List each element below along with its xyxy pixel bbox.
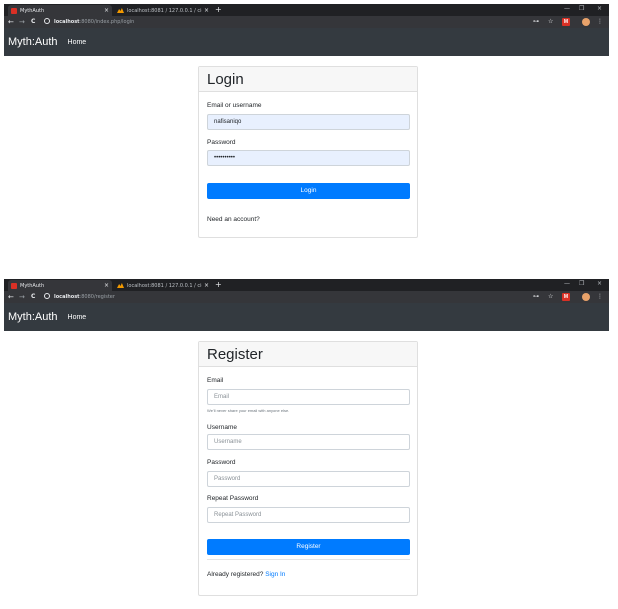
new-tab-icon[interactable]: + xyxy=(215,280,222,290)
tab-title: localhost:8081 / 127.0.0.1 / ci4 / xyxy=(127,282,202,289)
tab-phpmyadmin[interactable]: localhost:8081 / 127.0.0.1 / ci4 / × xyxy=(114,280,212,291)
close-window-icon[interactable]: × xyxy=(597,5,602,12)
register-button[interactable]: Register xyxy=(207,539,410,555)
tab-title: MythAuth xyxy=(20,282,45,289)
email-label: Email xyxy=(207,377,224,384)
mythauth-favicon-icon xyxy=(11,7,17,14)
repeat-password-input[interactable]: Repeat Password xyxy=(207,507,410,523)
browser-toolbar: ← → C localhost:8080/index.php/login ⊶ ☆… xyxy=(4,16,609,28)
avatar[interactable] xyxy=(582,18,590,26)
info-icon[interactable] xyxy=(44,18,50,24)
login-button[interactable]: Login xyxy=(207,183,410,199)
nav-home-link[interactable]: Home xyxy=(68,314,87,321)
extension-icon[interactable]: M xyxy=(562,293,570,301)
url-host: localhost xyxy=(54,19,80,25)
close-window-icon[interactable]: × xyxy=(597,280,602,287)
reload-icon[interactable]: C xyxy=(31,17,35,27)
phpmyadmin-favicon-icon xyxy=(117,8,124,13)
browser-tab-bar: MythAuth × localhost:8081 / 127.0.0.1 / … xyxy=(4,4,609,16)
navbar-brand[interactable]: Myth:Auth xyxy=(8,36,58,48)
close-tab-icon[interactable]: × xyxy=(104,7,109,14)
key-icon[interactable]: ⊶ xyxy=(533,18,539,26)
menu-icon[interactable]: ⋮ xyxy=(597,18,603,26)
username-label: Username xyxy=(207,424,237,431)
app-navbar: Myth:Auth Home xyxy=(4,303,609,331)
close-tab-icon[interactable]: × xyxy=(104,282,109,289)
restore-icon[interactable]: ❐ xyxy=(579,280,584,287)
input-placeholder: Username xyxy=(214,439,242,445)
address-bar[interactable]: localhost:8080/index.php/login xyxy=(44,18,524,26)
url-path: :8080/register xyxy=(79,294,115,300)
email-or-username-input[interactable]: nafisaniqo xyxy=(207,114,410,130)
close-tab-icon[interactable]: × xyxy=(204,7,209,14)
restore-icon[interactable]: ❐ xyxy=(579,5,584,12)
navbar-brand[interactable]: Myth:Auth xyxy=(8,311,58,323)
browser-toolbar: ← → C localhost:8080/register ⊶ ☆ M ⋮ xyxy=(4,291,609,303)
extension-icon[interactable]: M xyxy=(562,18,570,26)
input-value: nafisaniqo xyxy=(214,119,242,125)
back-icon[interactable]: ← xyxy=(8,292,14,302)
app-navbar: Myth:Auth Home xyxy=(4,28,609,56)
key-icon[interactable]: ⊶ xyxy=(533,293,539,301)
register-card: Register Email Email We'll never share y… xyxy=(198,341,418,596)
password-label: Password xyxy=(207,459,236,466)
password-input[interactable]: Password xyxy=(207,471,410,487)
url-host: localhost xyxy=(54,294,80,300)
tab-title: MythAuth xyxy=(20,7,45,14)
input-value: •••••••••• xyxy=(214,155,236,161)
card-title: Login xyxy=(199,67,417,92)
tab-mythauth[interactable]: MythAuth × xyxy=(8,5,112,16)
mythauth-favicon-icon xyxy=(11,282,17,289)
url-path: :8080/index.php/login xyxy=(79,19,135,25)
input-placeholder: Password xyxy=(214,476,241,482)
username-input[interactable]: Username xyxy=(207,434,410,450)
close-tab-icon[interactable]: × xyxy=(204,282,209,289)
login-screenshot: MythAuth × localhost:8081 / 127.0.0.1 / … xyxy=(4,4,609,244)
phpmyadmin-favicon-icon xyxy=(117,283,124,288)
already-registered-text: Already registered? Sign In xyxy=(207,571,285,578)
nav-home-link[interactable]: Home xyxy=(68,39,87,46)
input-placeholder: Email xyxy=(214,394,230,400)
email-hint: We'll never share your email with anyone… xyxy=(207,408,290,413)
password-label: Password xyxy=(207,139,236,146)
register-form: Email Email We'll never share your email… xyxy=(199,367,417,596)
login-form: Email or username nafisaniqo Password ••… xyxy=(199,92,417,238)
email-input[interactable]: Email xyxy=(207,389,410,405)
avatar[interactable] xyxy=(582,293,590,301)
email-or-username-label: Email or username xyxy=(207,102,262,109)
minimize-icon[interactable]: — xyxy=(564,280,570,287)
input-placeholder: Repeat Password xyxy=(214,512,262,518)
tab-mythauth[interactable]: MythAuth × xyxy=(8,280,112,291)
forward-icon[interactable]: → xyxy=(19,292,25,302)
card-title: Register xyxy=(199,342,417,367)
reload-icon[interactable]: C xyxy=(31,292,35,302)
password-input[interactable]: •••••••••• xyxy=(207,150,410,166)
back-icon[interactable]: ← xyxy=(8,17,14,27)
tab-title: localhost:8081 / 127.0.0.1 / ci4 / xyxy=(127,7,202,14)
menu-icon[interactable]: ⋮ xyxy=(597,293,603,301)
register-screenshot: MythAuth × localhost:8081 / 127.0.0.1 / … xyxy=(4,279,609,605)
login-card: Login Email or username nafisaniqo Passw… xyxy=(198,66,418,238)
tab-phpmyadmin[interactable]: localhost:8081 / 127.0.0.1 / ci4 / × xyxy=(114,5,212,16)
info-icon[interactable] xyxy=(44,293,50,299)
star-icon[interactable]: ☆ xyxy=(548,18,553,26)
browser-tab-bar: MythAuth × localhost:8081 / 127.0.0.1 / … xyxy=(4,279,609,291)
already-registered-label: Already registered? xyxy=(207,571,264,578)
repeat-password-label: Repeat Password xyxy=(207,495,259,502)
sign-in-link[interactable]: Sign In xyxy=(265,571,285,578)
need-account-link[interactable]: Need an account? xyxy=(207,216,260,223)
new-tab-icon[interactable]: + xyxy=(215,5,222,15)
form-divider xyxy=(207,559,410,560)
minimize-icon[interactable]: — xyxy=(564,5,570,12)
forward-icon[interactable]: → xyxy=(19,17,25,27)
star-icon[interactable]: ☆ xyxy=(548,293,553,301)
address-bar[interactable]: localhost:8080/register xyxy=(44,293,524,301)
